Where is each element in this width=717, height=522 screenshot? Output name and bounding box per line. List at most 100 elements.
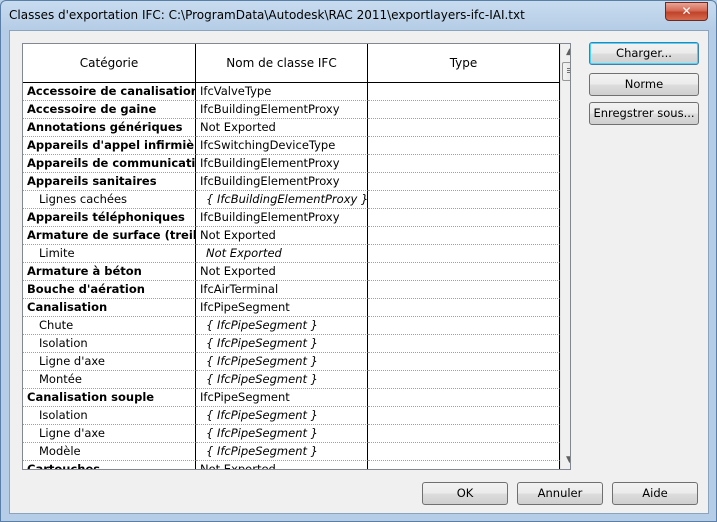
category-cell: Ligne d'axe (23, 353, 196, 371)
table-row[interactable]: Accessoire de gaine IfcBuildingElementPro… (23, 101, 560, 119)
table-row[interactable]: Montée{ IfcPipeSegment } (23, 371, 560, 389)
table-row[interactable]: Modèle{ IfcPipeSegment } (23, 443, 560, 461)
close-icon: ✕ (681, 4, 692, 18)
ifc-class-cell[interactable]: IfcBuildingElementProxy (196, 209, 368, 227)
category-cell: Accessoire de gaine (23, 101, 196, 119)
table-row[interactable]: Armature de surface (treillis)Not Export… (23, 227, 560, 245)
category-cell: Montée (23, 371, 196, 389)
type-cell[interactable] (368, 389, 560, 407)
category-cell: Canalisation souple (23, 389, 196, 407)
ifc-class-cell[interactable]: IfcAirTerminal (196, 281, 368, 299)
type-cell[interactable] (368, 353, 560, 371)
ifc-class-cell[interactable]: IfcValveType (196, 83, 368, 101)
ifc-class-cell[interactable]: { IfcPipeSegment } (196, 425, 368, 443)
table-row[interactable]: Isolation{ IfcPipeSegment } (23, 335, 560, 353)
type-cell[interactable] (368, 155, 560, 173)
type-cell[interactable] (368, 137, 560, 155)
ifc-class-cell[interactable]: { IfcPipeSegment } (196, 371, 368, 389)
table-row[interactable]: Accessoire de canalisation IfcValveType (23, 83, 560, 101)
ifc-class-cell[interactable]: Not Exported (196, 263, 368, 281)
table-row[interactable]: Canalisation IfcPipeSegment (23, 299, 560, 317)
ifc-class-cell[interactable]: { IfcPipeSegment } (196, 353, 368, 371)
type-cell[interactable] (368, 191, 560, 209)
column-header-type[interactable]: Type (368, 44, 560, 82)
category-cell: Annotations génériques (23, 119, 196, 137)
ok-button[interactable]: OK (422, 482, 508, 505)
ifc-class-cell[interactable]: IfcSwitchingDeviceType (196, 137, 368, 155)
table-row[interactable]: Lignes cachées{ IfcBuildingElementProxy … (23, 191, 560, 209)
close-button[interactable]: ✕ (665, 2, 708, 21)
table-row[interactable]: Appareils sanitaires IfcBuildingElementPr… (23, 173, 560, 191)
save-as-button[interactable]: Enregstrer sous... (589, 102, 699, 125)
type-cell[interactable] (368, 407, 560, 425)
table-row[interactable]: Cartouches Not Exported (23, 461, 560, 469)
scroll-up-arrow-icon[interactable]: ▲ (561, 44, 570, 61)
category-cell: Cartouches (23, 461, 196, 469)
ifc-class-cell[interactable]: IfcPipeSegment (196, 389, 368, 407)
thumb-grip-line (567, 70, 570, 71)
category-cell: Isolation (23, 407, 196, 425)
type-cell[interactable] (368, 263, 560, 281)
table-row[interactable]: Armature à béton Not Exported (23, 263, 560, 281)
table-row[interactable]: Appareils téléphoniques IfcBuildingElemen… (23, 209, 560, 227)
category-cell: Appareils d'appel infirmières (23, 137, 196, 155)
type-cell[interactable] (368, 245, 560, 263)
table-header: Catégorie Nom de classe IFC Type (23, 44, 560, 83)
type-cell[interactable] (368, 173, 560, 191)
type-cell[interactable] (368, 281, 560, 299)
type-cell[interactable] (368, 335, 560, 353)
category-cell: Appareils téléphoniques (23, 209, 196, 227)
table-row[interactable]: Chute{ IfcPipeSegment } (23, 317, 560, 335)
category-cell: Armature à béton (23, 263, 196, 281)
table-row[interactable]: Ligne d'axe{ IfcPipeSegment } (23, 353, 560, 371)
table-row[interactable]: Appareils d'appel infirmières IfcSwitchin… (23, 137, 560, 155)
load-button[interactable]: Charger... (589, 42, 699, 65)
category-cell: Lignes cachées (23, 191, 196, 209)
type-cell[interactable] (368, 227, 560, 245)
scrollbar-thumb[interactable] (562, 62, 570, 81)
category-cell: Armature de surface (treillis) (23, 227, 196, 245)
ifc-class-cell[interactable]: IfcBuildingElementProxy (196, 155, 368, 173)
ifc-class-cell[interactable]: IfcBuildingElementProxy (196, 101, 368, 119)
table-row[interactable]: Isolation{ IfcPipeSegment } (23, 407, 560, 425)
category-cell: Bouche d'aération (23, 281, 196, 299)
vertical-scrollbar[interactable]: ▲ ▼ (560, 44, 570, 469)
type-cell[interactable] (368, 299, 560, 317)
category-cell: Appareils de communication (23, 155, 196, 173)
type-cell[interactable] (368, 209, 560, 227)
column-header-ifc-class-name[interactable]: Nom de classe IFC (196, 44, 368, 82)
ifc-class-cell[interactable]: Not Exported (196, 461, 368, 469)
ifc-class-cell[interactable]: { IfcPipeSegment } (196, 407, 368, 425)
cancel-button[interactable]: Annuler (517, 482, 603, 505)
scroll-down-arrow-icon[interactable]: ▼ (561, 452, 570, 469)
type-cell[interactable] (368, 119, 560, 137)
ifc-class-cell[interactable]: Not Exported (196, 119, 368, 137)
type-cell[interactable] (368, 443, 560, 461)
ifc-class-cell[interactable]: IfcPipeSegment (196, 299, 368, 317)
ifc-class-cell[interactable]: { IfcPipeSegment } (196, 335, 368, 353)
type-cell[interactable] (368, 83, 560, 101)
type-cell[interactable] (368, 425, 560, 443)
ifc-class-cell[interactable]: Not Exported (196, 227, 368, 245)
thumb-grip-line (567, 68, 570, 69)
thumb-grip-line (567, 72, 570, 73)
ifc-class-cell[interactable]: { IfcBuildingElementProxy } (196, 191, 368, 209)
table-row[interactable]: Canalisation souple IfcPipeSegment (23, 389, 560, 407)
help-button[interactable]: Aide (612, 482, 698, 505)
table-row[interactable]: Ligne d'axe{ IfcPipeSegment } (23, 425, 560, 443)
table-row[interactable]: Appareils de communication IfcBuildingEle… (23, 155, 560, 173)
standard-button[interactable]: Norme (589, 73, 699, 96)
type-cell[interactable] (368, 317, 560, 335)
title-bar[interactable]: Classes d'exportation IFC: C:\ProgramDat… (1, 1, 716, 29)
table-row[interactable]: Limite Not Exported (23, 245, 560, 263)
ifc-class-cell[interactable]: IfcBuildingElementProxy (196, 173, 368, 191)
column-header-category[interactable]: Catégorie (23, 44, 196, 82)
ifc-class-cell[interactable]: { IfcPipeSegment } (196, 443, 368, 461)
table-row[interactable]: Annotations génériques Not Exported (23, 119, 560, 137)
type-cell[interactable] (368, 101, 560, 119)
ifc-class-cell[interactable]: { IfcPipeSegment } (196, 317, 368, 335)
ifc-class-cell[interactable]: Not Exported (196, 245, 368, 263)
type-cell[interactable] (368, 461, 560, 469)
table-row[interactable]: Bouche d'aération IfcAirTerminal (23, 281, 560, 299)
type-cell[interactable] (368, 371, 560, 389)
